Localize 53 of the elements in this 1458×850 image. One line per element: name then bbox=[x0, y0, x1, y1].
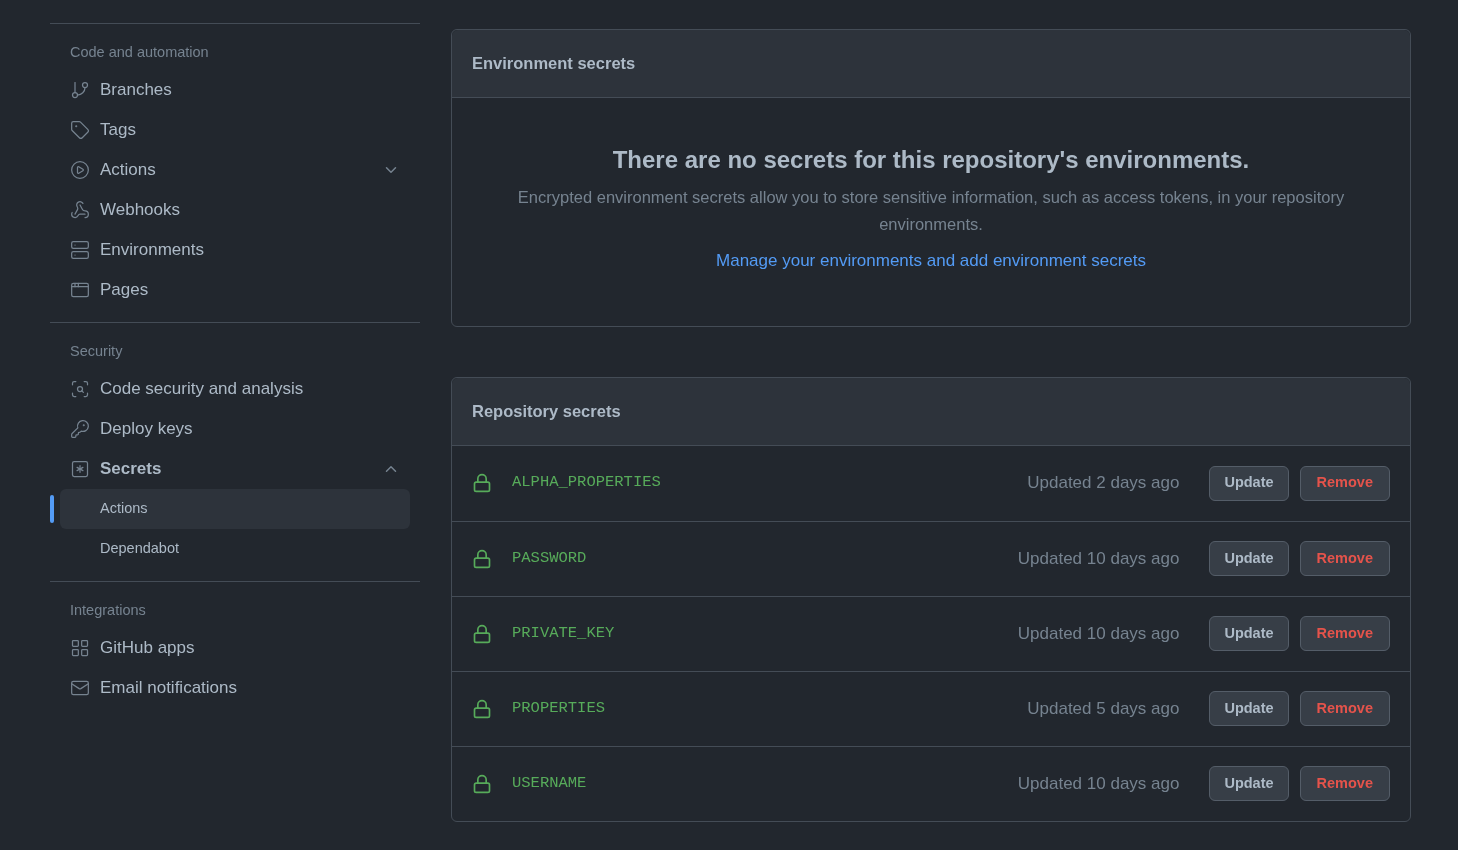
apps-grid-icon bbox=[70, 638, 90, 658]
sidebar-item[interactable]: Branches bbox=[50, 70, 420, 110]
card-title: Environment secrets bbox=[472, 53, 636, 75]
secret-name: PRIVATE_KEY bbox=[512, 622, 615, 644]
empty-state-title: There are no secrets for this repository's environments. bbox=[612, 145, 1250, 175]
sidebar-item[interactable]: Environments bbox=[50, 230, 420, 270]
webhook-icon bbox=[70, 200, 90, 220]
update-button[interactable]: Update bbox=[1209, 691, 1289, 726]
sidebar-item[interactable]: Code security and analysis bbox=[50, 369, 420, 409]
updated-time: Updated 2 days ago bbox=[1027, 472, 1180, 495]
sidebar-item[interactable]: Tags bbox=[50, 110, 420, 150]
sidebar-item[interactable]: Secrets bbox=[50, 449, 420, 489]
lock-icon bbox=[472, 548, 492, 569]
branch-icon bbox=[70, 80, 90, 100]
sidebar-item[interactable]: Pages bbox=[50, 270, 420, 310]
update-button[interactable]: Update bbox=[1209, 616, 1289, 651]
sidebar-item[interactable]: Actions bbox=[50, 150, 420, 190]
asterisk-square-icon bbox=[70, 459, 90, 479]
secret-name: USERNAME bbox=[512, 772, 587, 794]
updated-time: Updated 10 days ago bbox=[1017, 547, 1180, 570]
sidebar-item[interactable]: GitHub apps bbox=[50, 628, 420, 668]
secret-name: ALPHA_PROPERTIES bbox=[512, 472, 661, 494]
updated-time: Updated 5 days ago bbox=[1027, 697, 1180, 720]
mail-icon bbox=[70, 678, 90, 698]
updated-time: Updated 10 days ago bbox=[1017, 772, 1180, 795]
manage-environments-link[interactable]: Manage your environments and add environment secrets bbox=[716, 248, 1146, 274]
play-icon bbox=[70, 160, 90, 180]
lock-icon bbox=[472, 698, 492, 719]
code-scan-icon bbox=[70, 379, 90, 399]
card-title: Repository secrets bbox=[472, 400, 621, 422]
secret-name: PROPERTIES bbox=[512, 697, 605, 719]
sidebar-item[interactable]: Deploy keys bbox=[50, 409, 420, 449]
browser-window-icon bbox=[70, 280, 90, 300]
section-heading: Security bbox=[69, 342, 124, 361]
sidebar-item[interactable]: Email notifications bbox=[50, 668, 420, 708]
lock-icon bbox=[472, 623, 492, 644]
tag-icon bbox=[70, 120, 90, 140]
section-heading: Integrations bbox=[69, 601, 147, 620]
sidebar-item[interactable]: Webhooks bbox=[50, 190, 420, 230]
update-button[interactable]: Update bbox=[1209, 465, 1289, 501]
sidebar-subitem[interactable]: Actions bbox=[60, 489, 410, 529]
updated-time: Updated 10 days ago bbox=[1017, 622, 1180, 645]
section-heading: Code and automation bbox=[69, 43, 210, 62]
empty-state-text: Encrypted environment secrets allow you to store sensitive information, such as access tokens, in your repository environments. bbox=[516, 187, 1346, 235]
lock-icon bbox=[472, 773, 492, 794]
selection-indicator bbox=[50, 495, 54, 523]
key-icon bbox=[70, 419, 90, 439]
update-button[interactable]: Update bbox=[1209, 541, 1289, 576]
server-icon bbox=[70, 240, 90, 260]
sidebar-subitem[interactable]: Dependabot bbox=[60, 529, 410, 569]
update-button[interactable]: Update bbox=[1209, 766, 1289, 801]
secret-name: PASSWORD bbox=[512, 547, 587, 569]
lock-icon bbox=[472, 473, 492, 493]
